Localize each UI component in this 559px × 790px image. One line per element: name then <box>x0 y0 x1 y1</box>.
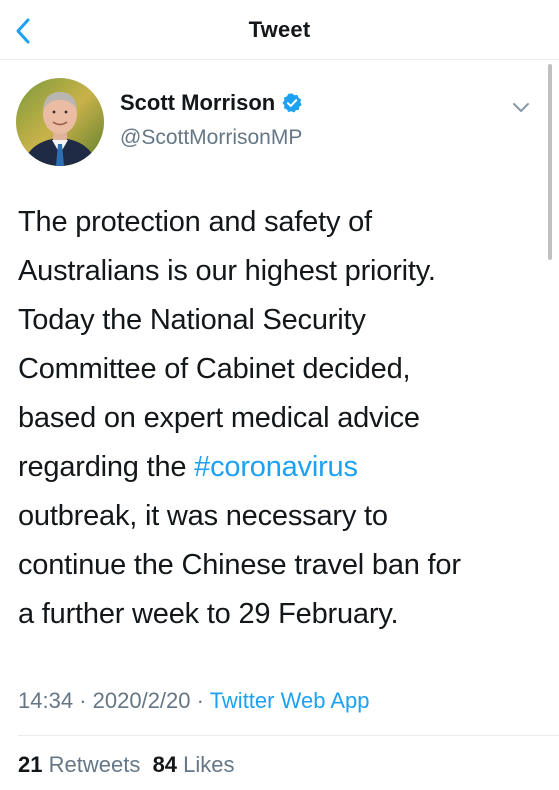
tweet-source-link[interactable]: Twitter Web App <box>210 688 370 713</box>
likes-stat[interactable]: 84 Likes <box>153 752 235 777</box>
tweet-line: The protection and safety of <box>18 206 372 238</box>
tweet-line: based on expert medical advice <box>18 402 420 434</box>
tweet-line: a further week to 29 February. <box>18 598 399 630</box>
tweet-line: regarding the #coronavirus <box>18 443 538 492</box>
avatar[interactable] <box>16 78 104 166</box>
retweets-label: Retweets <box>48 752 141 777</box>
verified-badge-icon <box>282 93 302 113</box>
tweet-line: Australians is our highest priority. <box>18 255 436 287</box>
tweet-line: Committee of Cabinet decided, <box>18 353 411 385</box>
retweets-stat[interactable]: 21 Retweets <box>18 752 140 777</box>
tweet-line: Today the National Security <box>18 304 366 336</box>
scrollbar[interactable] <box>548 64 552 260</box>
meta-separator: · <box>196 688 204 713</box>
hashtag-link[interactable]: #coronavirus <box>194 451 358 483</box>
author-name[interactable]: Scott Morrison <box>120 90 275 116</box>
tweet-stats: 21 Retweets 84 Likes <box>18 752 235 778</box>
meta-separator: · <box>79 688 87 713</box>
tweet-line: continue the Chinese travel ban for <box>18 549 461 581</box>
page-title: Tweet <box>248 17 311 42</box>
tweet-detail-screen: Tweet Scott Morrison @ScottMorrisonMP Th… <box>0 0 559 790</box>
tweet-date: 2020/2/20 <box>92 688 191 713</box>
tweet-author: Scott Morrison @ScottMorrisonMP <box>0 60 559 180</box>
tweet-meta: 14:34 · 2020/2/20 · Twitter Web App <box>18 688 369 714</box>
tweet-line-text: regarding the <box>18 451 195 483</box>
tweet-line: outbreak, it was necessary to <box>18 500 388 532</box>
chevron-down-icon <box>513 103 529 112</box>
divider <box>18 735 559 736</box>
author-handle[interactable]: @ScottMorrisonMP <box>120 126 302 150</box>
author-name-line: Scott Morrison <box>120 90 303 116</box>
tweet-text: The protection and safety of Australians… <box>18 198 538 639</box>
likes-count: 84 <box>152 752 178 777</box>
retweets-count: 21 <box>18 752 43 777</box>
nav-bar: Tweet <box>0 0 559 60</box>
avatar-photo <box>16 78 104 166</box>
likes-label: Likes <box>183 752 235 777</box>
tweet-options-button[interactable] <box>508 94 534 120</box>
tweet-time: 14:34 <box>18 688 74 713</box>
